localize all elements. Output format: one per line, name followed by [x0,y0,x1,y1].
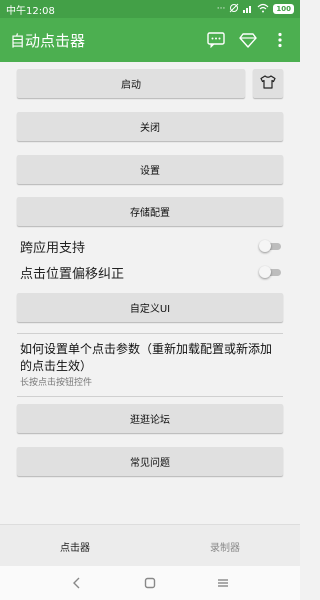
click-offset-row: 点击位置偏移纠正 [20,261,283,283]
save-config-button[interactable]: 存储配置 [17,197,283,226]
status-time: 中午12:08 [6,5,55,17]
start-button[interactable]: 启动 [17,69,245,98]
click-offset-switch[interactable] [259,265,283,279]
help-subtitle: 长按点击按钮控件 [20,378,93,388]
tab-recorder[interactable]: 录制器 [150,525,300,567]
battery-indicator: 100 [273,4,294,14]
faq-button[interactable]: 常见问题 [17,447,283,476]
menu-icon[interactable] [213,573,233,593]
back-icon[interactable] [67,573,87,593]
divider [17,333,283,334]
divider [17,396,283,397]
app-bar: 自动点击器 [0,18,300,62]
signal-icon [243,3,253,16]
close-button[interactable]: 关闭 [17,112,283,141]
alarm-off-icon [229,3,239,16]
shirt-icon [260,74,276,93]
help-title: 如何设置单个点击参数（重新加载配置或新添加的点击生效） [20,342,273,373]
bottom-nav: 点击器 录制器 [0,524,300,567]
app-title: 自动点击器 [10,31,86,50]
system-nav-bar [0,566,300,600]
custom-ui-button[interactable]: 自定义UI [17,293,283,322]
theme-button[interactable] [253,69,283,98]
wifi-icon [257,3,269,16]
dots-icon: ··· [216,4,226,14]
diamond-icon[interactable] [238,30,258,50]
cross-app-row: 跨应用支持 [20,235,283,257]
settings-button[interactable]: 设置 [17,155,283,184]
forum-button[interactable]: 逛逛论坛 [17,404,283,433]
status-icons: ··· 100 [217,3,294,16]
cross-app-label: 跨应用支持 [20,240,86,256]
status-bar: 中午12:08 ··· 100 [0,0,300,18]
click-offset-label: 点击位置偏移纠正 [20,266,125,282]
cross-app-switch[interactable] [259,239,283,253]
message-icon[interactable] [206,30,226,50]
home-icon[interactable] [140,573,160,593]
tab-clicker[interactable]: 点击器 [0,525,150,567]
more-icon[interactable] [270,30,290,50]
